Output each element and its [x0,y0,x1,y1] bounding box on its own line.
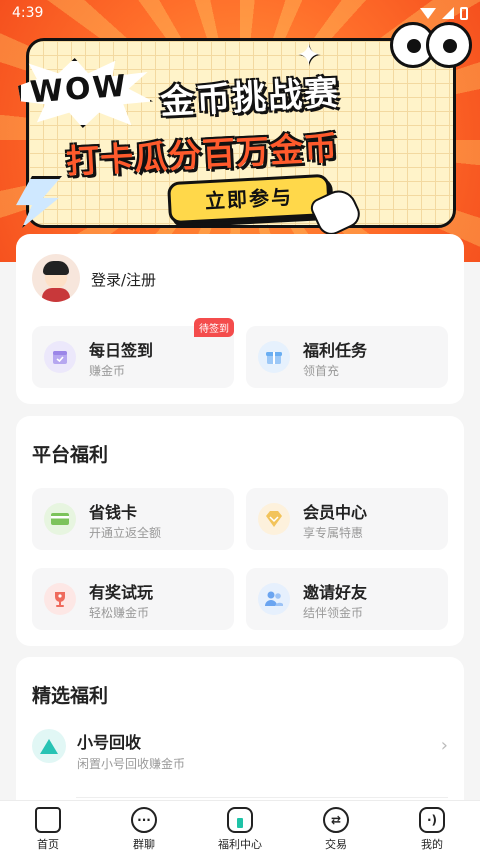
tile-title: 有奖试玩 [89,583,154,602]
nav-group-chat[interactable]: ··· 群聊 [96,801,192,853]
users-icon [258,583,290,615]
tile-title: 每日签到 [89,341,154,360]
daily-checkin-tile[interactable]: 每日签到 赚金币 待签到 [32,318,234,388]
tile-title: 省钱卡 [89,503,138,522]
trophy-icon [44,583,76,615]
tile-subtitle: 享专属特惠 [303,526,364,540]
status-time: 4:39 [12,5,44,21]
banner-title: 金币挑战赛 [159,73,342,123]
cartoon-eyes-icon [388,22,478,74]
chat-icon: ··· [131,807,157,833]
login-register-link[interactable]: 登录/注册 [91,269,156,290]
exchange-icon: ⇄ [323,807,349,833]
join-now-button[interactable]: 立即参与 [167,173,331,225]
tile-subtitle: 领首充 [303,364,340,378]
welfare-task-tile[interactable]: 福利任务 领首充 [246,326,448,388]
chevron-right-icon: › [440,735,448,756]
nav-label: 首页 [37,838,59,851]
pending-checkin-badge: 待签到 [194,318,234,337]
gift-icon [258,341,290,373]
nav-label: 我的 [421,838,443,851]
divider [76,797,448,798]
list-item-title: 小号回收 [77,733,142,752]
tile-subtitle: 结伴领金币 [303,606,364,620]
section-title: 精选福利 [32,685,109,707]
tile-subtitle: 开通立返全额 [89,526,162,540]
nav-label: 福利中心 [218,838,262,851]
user-card: 登录/注册 每日签到 赚金币 待签到 福利任务 领首充 [16,234,464,404]
invite-friends-tile[interactable]: 邀请好友 结伴领金币 [246,568,448,630]
gift-box-icon [227,807,253,833]
nav-label: 交易 [325,838,347,851]
tile-subtitle: 轻松赚金币 [89,606,150,620]
nav-mine[interactable]: ·) 我的 [384,801,480,853]
card-icon [44,503,76,535]
tile-title: 会员中心 [303,503,368,522]
tile-subtitle: 赚金币 [89,364,126,378]
battery-icon [460,6,468,20]
list-item-subtitle: 闲置小号回收赚金币 [77,757,186,771]
profile-icon: ·) [419,807,445,833]
featured-welfare-card: 精选福利 小号回收 闲置小号回收赚金币 › [16,657,464,817]
nav-trade[interactable]: ⇄ 交易 [288,801,384,853]
avatar[interactable] [32,254,80,302]
nav-label: 群聊 [133,838,155,851]
tile-title: 福利任务 [303,341,368,360]
nav-home[interactable]: 首页 [0,801,96,853]
wow-text: WOW [28,68,129,111]
nav-welfare-center[interactable]: 福利中心 [192,801,288,853]
signal-icon [442,7,454,19]
promo-banner[interactable]: WOW ✦ 金币挑战赛 打卡瓜分百万金币 立即参与 [0,0,480,262]
recycle-icon [32,729,66,763]
wifi-icon [420,7,436,19]
member-center-tile[interactable]: 会员中心 享专属特惠 [246,488,448,550]
reward-trial-tile[interactable]: 有奖试玩 轻松赚金币 [32,568,234,630]
diamond-icon [258,503,290,535]
calendar-check-icon [44,341,76,373]
savings-card-tile[interactable]: 省钱卡 开通立返全额 [32,488,234,550]
account-recycle-item[interactable]: 小号回收 闲置小号回收赚金币 › [32,721,448,781]
platform-welfare-card: 平台福利 省钱卡 开通立返全额 会员中心 享专属特惠 有奖试玩 轻松赚金币 邀请… [16,416,464,646]
section-title: 平台福利 [32,444,109,466]
bottom-nav: 首页 ··· 群聊 福利中心 ⇄ 交易 ·) 我的 [0,800,480,853]
status-bar: 4:39 [0,0,480,26]
home-icon [35,807,61,833]
tile-title: 邀请好友 [303,583,368,602]
